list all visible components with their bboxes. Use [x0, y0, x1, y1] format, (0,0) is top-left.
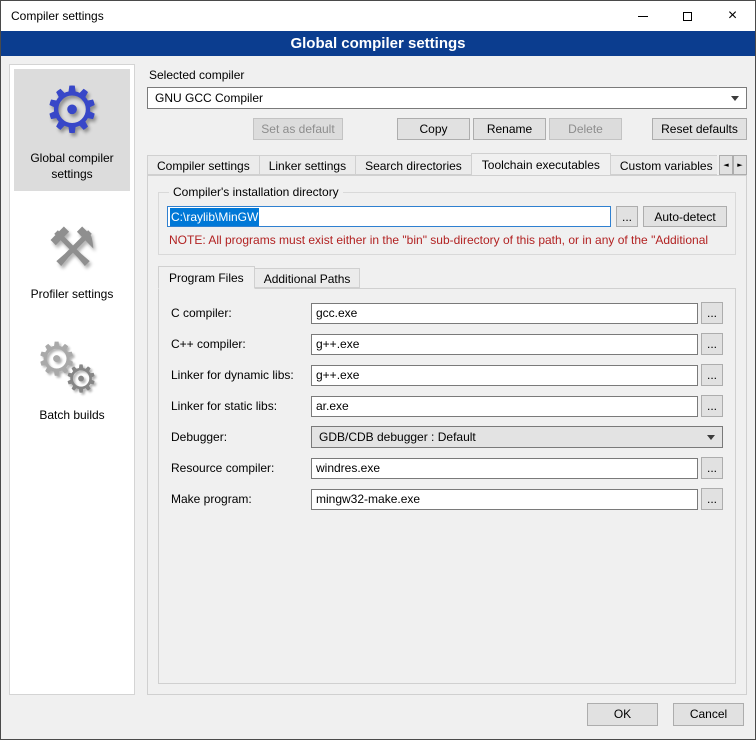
tab-scroll-controls: ◄ ►	[719, 155, 747, 175]
form-row-debugger: Debugger: GDB/CDB debugger : Default	[171, 426, 723, 448]
minimize-icon	[638, 16, 648, 17]
tabs-viewport: Compiler settings Linker settings Search…	[147, 153, 717, 175]
form-row-dynamic-linker: Linker for dynamic libs: ...	[171, 364, 723, 386]
form-row-resource-compiler: Resource compiler: ...	[171, 457, 723, 479]
global-compiler-gear-icon: ⚙	[16, 79, 128, 143]
dynamic-linker-label: Linker for dynamic libs:	[171, 368, 311, 382]
installation-directory-group: Compiler's installation directory C:\ray…	[158, 185, 736, 255]
c-compiler-label: C compiler:	[171, 306, 311, 320]
form-row-static-linker: Linker for static libs: ...	[171, 395, 723, 417]
resource-compiler-label: Resource compiler:	[171, 461, 311, 475]
gear-icon: ⚙	[64, 360, 98, 398]
compiler-settings-dialog: Compiler settings × Global compiler sett…	[0, 0, 756, 740]
maximize-icon	[683, 12, 692, 21]
tab-compiler-settings[interactable]: Compiler settings	[147, 155, 260, 175]
tab-search-directories[interactable]: Search directories	[355, 155, 472, 175]
static-linker-input[interactable]	[311, 396, 698, 417]
subtab-additional-paths[interactable]: Additional Paths	[254, 268, 361, 288]
settings-tabstrip: Compiler settings Linker settings Search…	[147, 153, 747, 175]
dialog-banner-title: Global compiler settings	[1, 31, 755, 56]
tab-linker-settings[interactable]: Linker settings	[259, 155, 356, 175]
copy-button[interactable]: Copy	[397, 118, 470, 140]
minimize-button[interactable]	[620, 1, 665, 31]
resource-compiler-browse-button[interactable]: ...	[701, 457, 723, 479]
selected-compiler-label: Selected compiler	[149, 68, 747, 82]
titlebar: Compiler settings ×	[1, 1, 755, 31]
make-program-browse-button[interactable]: ...	[701, 488, 723, 510]
set-as-default-button: Set as default	[253, 118, 343, 140]
dynamic-linker-input[interactable]	[311, 365, 698, 386]
subtab-program-files[interactable]: Program Files	[158, 266, 255, 289]
tab-toolchain-executables[interactable]: Toolchain executables	[471, 153, 611, 175]
chevron-down-icon	[731, 96, 739, 101]
static-linker-label: Linker for static libs:	[171, 399, 311, 413]
main-panel: Selected compiler GNU GCC Compiler Set a…	[147, 64, 747, 695]
dynamic-linker-browse-button[interactable]: ...	[701, 364, 723, 386]
dialog-body: ⚙ Global compiler settings ⚒ Profiler se…	[1, 56, 755, 699]
auto-detect-button[interactable]: Auto-detect	[643, 206, 727, 227]
compiler-actions-row: Set as default Copy Rename Delete Reset …	[147, 118, 747, 140]
sidebar-item-label: Profiler settings	[16, 286, 128, 302]
debugger-label: Debugger:	[171, 430, 311, 444]
close-icon: ×	[728, 8, 737, 24]
chevron-down-icon	[707, 435, 715, 440]
make-program-input[interactable]	[311, 489, 698, 510]
installation-directory-value: C:\raylib\MinGW	[170, 208, 259, 226]
resource-compiler-input[interactable]	[311, 458, 698, 479]
installation-directory-row: C:\raylib\MinGW ... Auto-detect	[167, 206, 727, 227]
form-row-make-program: Make program: ...	[171, 488, 723, 510]
profiler-tool-icon: ⚒	[16, 213, 128, 279]
form-row-cpp-compiler: C++ compiler: ...	[171, 333, 723, 355]
installation-directory-note: NOTE: All programs must exist either in …	[169, 233, 727, 247]
category-sidebar: ⚙ Global compiler settings ⚒ Profiler se…	[9, 64, 135, 695]
c-compiler-browse-button[interactable]: ...	[701, 302, 723, 324]
maximize-button[interactable]	[665, 1, 710, 31]
reset-defaults-button[interactable]: Reset defaults	[652, 118, 747, 140]
sidebar-item-batch-builds[interactable]: ⚙ ⚙ Batch builds	[14, 324, 130, 432]
make-program-label: Make program:	[171, 492, 311, 506]
dialog-footer: OK Cancel	[1, 699, 755, 739]
cancel-button[interactable]: Cancel	[673, 703, 744, 726]
ok-button[interactable]: OK	[587, 703, 658, 726]
toolchain-executables-panel: Compiler's installation directory C:\ray…	[147, 175, 747, 695]
installation-directory-input[interactable]: C:\raylib\MinGW	[167, 206, 611, 227]
c-compiler-input[interactable]	[311, 303, 698, 324]
selected-compiler-dropdown[interactable]: GNU GCC Compiler	[147, 87, 747, 109]
tab-scroll-right-icon[interactable]: ►	[733, 155, 747, 175]
debugger-value: GDB/CDB debugger : Default	[319, 430, 707, 444]
program-files-subtabs: Program Files Additional Paths	[158, 266, 736, 288]
static-linker-browse-button[interactable]: ...	[701, 395, 723, 417]
cpp-compiler-browse-button[interactable]: ...	[701, 333, 723, 355]
tab-scroll-left-icon[interactable]: ◄	[719, 155, 733, 175]
cpp-compiler-input[interactable]	[311, 334, 698, 355]
sidebar-item-global-compiler-settings[interactable]: ⚙ Global compiler settings	[14, 69, 130, 191]
program-files-panel: C compiler: ... C++ compiler: ... Linker…	[158, 288, 736, 684]
rename-button[interactable]: Rename	[473, 118, 546, 140]
selected-compiler-value: GNU GCC Compiler	[155, 91, 731, 105]
form-row-c-compiler: C compiler: ...	[171, 302, 723, 324]
batch-builds-gears-icon: ⚙ ⚙	[16, 334, 128, 400]
sidebar-item-profiler-settings[interactable]: ⚒ Profiler settings	[14, 203, 130, 311]
sidebar-item-label: Batch builds	[16, 407, 128, 423]
cpp-compiler-label: C++ compiler:	[171, 337, 311, 351]
debugger-dropdown[interactable]: GDB/CDB debugger : Default	[311, 426, 723, 448]
window-title: Compiler settings	[1, 9, 104, 23]
installation-directory-group-label: Compiler's installation directory	[169, 185, 343, 199]
close-button[interactable]: ×	[710, 1, 755, 31]
sidebar-item-label: Global compiler settings	[16, 150, 128, 182]
delete-button: Delete	[549, 118, 622, 140]
tab-custom-variables[interactable]: Custom variables	[610, 155, 717, 175]
browse-directory-button[interactable]: ...	[616, 206, 638, 227]
